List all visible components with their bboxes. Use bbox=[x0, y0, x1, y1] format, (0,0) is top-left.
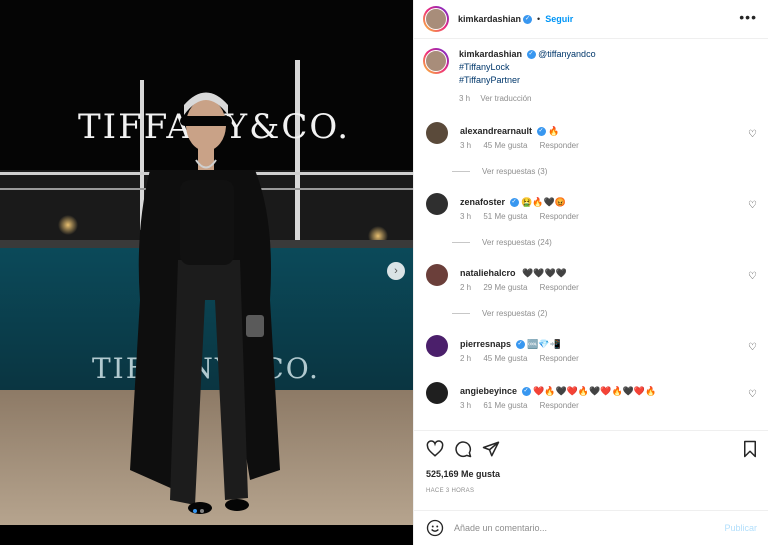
comment-text: 🤮🔥🖤😡 bbox=[521, 197, 566, 207]
follow-button[interactable]: Seguir bbox=[545, 14, 573, 24]
translate-link[interactable]: Ver traducción bbox=[480, 94, 531, 103]
caption-avatar[interactable] bbox=[423, 48, 449, 74]
view-replies-link[interactable]: Ver respuestas (2) bbox=[452, 309, 547, 318]
caption-mention[interactable]: @tiffanyandco bbox=[538, 49, 596, 59]
comment-text: 🖤🖤🖤🖤 bbox=[522, 268, 567, 278]
commenter-avatar[interactable] bbox=[426, 193, 448, 215]
caption-time: 3 h bbox=[459, 94, 471, 103]
post-side-panel: kimkardashian ✓ • Seguir ••• kimkardashi… bbox=[413, 0, 768, 545]
comment-likes[interactable]: 51 Me gusta bbox=[483, 212, 527, 221]
sign-reflection: TIFFANY&CO. bbox=[92, 352, 320, 385]
commenter-avatar[interactable] bbox=[426, 122, 448, 144]
bookmark-icon[interactable] bbox=[741, 440, 759, 458]
post-timestamp: HACE 3 HORAS bbox=[426, 488, 475, 494]
comment-text: 🔥 bbox=[548, 126, 560, 136]
post-caption: kimkardashian ✓ @tiffanyandco #TiffanyLo… bbox=[423, 48, 596, 105]
comment-likes[interactable]: 45 Me gusta bbox=[483, 141, 527, 150]
comment-icon[interactable] bbox=[454, 440, 472, 458]
comment-time: 3 h bbox=[460, 141, 472, 150]
instagram-post-view: TIFFANY&CO. TIFFANY&CO. › bbox=[0, 0, 768, 545]
comment-username[interactable]: zenafoster bbox=[460, 197, 505, 207]
reply-button[interactable]: Responder bbox=[540, 141, 579, 150]
carousel-indicator bbox=[193, 509, 204, 513]
carousel-dot bbox=[200, 509, 204, 513]
commenter-avatar[interactable] bbox=[426, 382, 448, 404]
commenter-avatar[interactable] bbox=[426, 264, 448, 286]
comment-composer: Publicar bbox=[414, 510, 768, 545]
post-actions: 525,169 Me gusta HACE 3 HORAS bbox=[414, 430, 768, 510]
comment-input[interactable] bbox=[454, 523, 694, 533]
caption-hashtag[interactable]: #TiffanyLock bbox=[459, 61, 596, 74]
emoji-icon[interactable] bbox=[426, 519, 444, 537]
post-photo[interactable]: TIFFANY&CO. TIFFANY&CO. › bbox=[0, 0, 413, 545]
view-replies-link[interactable]: Ver respuestas (3) bbox=[452, 167, 547, 176]
comments-list[interactable]: kimkardashian ✓ @tiffanyandco #TiffanyLo… bbox=[414, 40, 768, 430]
separator-dot: • bbox=[537, 14, 541, 24]
comment-like-heart-icon[interactable]: ♡ bbox=[748, 342, 757, 353]
reply-button[interactable]: Responder bbox=[540, 212, 579, 221]
comment-text: ❤️🔥🖤❤️🔥🖤❤️🔥🖤❤️🔥 bbox=[533, 386, 657, 396]
verified-badge-icon: ✓ bbox=[526, 50, 536, 60]
comment-like-heart-icon[interactable]: ♡ bbox=[748, 200, 757, 211]
verified-badge-icon: ✓ bbox=[521, 387, 531, 397]
verified-badge-icon: ✓ bbox=[523, 14, 533, 24]
comment-username[interactable]: angiebeyince bbox=[460, 386, 517, 396]
commenter-avatar[interactable] bbox=[426, 335, 448, 357]
comment-username[interactable]: pierresnaps bbox=[460, 339, 511, 349]
comment-item: angiebeyince ✓ ❤️🔥🖤❤️🔥🖤❤️🔥🖤❤️🔥 3 h 61 Me… bbox=[426, 382, 761, 410]
comment-username[interactable]: nataliehalcro bbox=[460, 268, 516, 278]
reply-button[interactable]: Responder bbox=[540, 354, 579, 363]
comment-time: 2 h bbox=[460, 283, 472, 292]
author-username[interactable]: kimkardashian bbox=[458, 14, 521, 24]
verified-badge-icon: ✓ bbox=[536, 127, 546, 137]
comment-like-heart-icon[interactable]: ♡ bbox=[748, 271, 757, 282]
next-photo-button[interactable]: › bbox=[387, 262, 405, 280]
chevron-right-icon: › bbox=[394, 265, 398, 277]
publish-button[interactable]: Publicar bbox=[724, 523, 757, 533]
more-icon[interactable]: ••• bbox=[739, 9, 757, 25]
comment-time: 3 h bbox=[460, 212, 472, 221]
verified-badge-icon: ✓ bbox=[509, 198, 519, 208]
comment-username[interactable]: alexandrearnault bbox=[460, 126, 532, 136]
comment-likes[interactable]: 61 Me gusta bbox=[483, 401, 527, 410]
reply-button[interactable]: Responder bbox=[540, 401, 579, 410]
post-header: kimkardashian ✓ • Seguir ••• bbox=[414, 0, 768, 39]
comment-item: nataliehalcro 🖤🖤🖤🖤 2 h 29 Me gusta Respo… bbox=[426, 264, 761, 292]
heart-icon[interactable] bbox=[426, 440, 444, 458]
comment-likes[interactable]: 29 Me gusta bbox=[483, 283, 527, 292]
comment-time: 3 h bbox=[460, 401, 472, 410]
caption-username[interactable]: kimkardashian bbox=[459, 49, 522, 59]
view-replies-link[interactable]: Ver respuestas (24) bbox=[452, 238, 552, 247]
likes-count[interactable]: 525,169 Me gusta bbox=[426, 469, 500, 479]
comment-like-heart-icon[interactable]: ♡ bbox=[748, 129, 757, 140]
comment-time: 2 h bbox=[460, 354, 472, 363]
carousel-dot-active bbox=[193, 509, 197, 513]
verified-badge-icon: ✓ bbox=[515, 340, 525, 350]
photo-scene: TIFFANY&CO. TIFFANY&CO. bbox=[0, 0, 413, 545]
comment-item: pierresnaps ✓ 🆒💎📲 2 h 45 Me gusta Respon… bbox=[426, 335, 761, 363]
comment-like-heart-icon[interactable]: ♡ bbox=[748, 389, 757, 400]
comment-likes[interactable]: 45 Me gusta bbox=[483, 354, 527, 363]
comment-item: zenafoster ✓ 🤮🔥🖤😡 3 h 51 Me gusta Respon… bbox=[426, 193, 761, 221]
caption-hashtag[interactable]: #TiffanyPartner bbox=[459, 74, 596, 87]
comment-item: alexandrearnault ✓ 🔥 3 h 45 Me gusta Res… bbox=[426, 122, 761, 150]
reply-button[interactable]: Responder bbox=[540, 283, 579, 292]
author-avatar[interactable] bbox=[423, 6, 449, 32]
share-icon[interactable] bbox=[482, 440, 500, 458]
comment-text: 🆒💎📲 bbox=[527, 339, 561, 349]
